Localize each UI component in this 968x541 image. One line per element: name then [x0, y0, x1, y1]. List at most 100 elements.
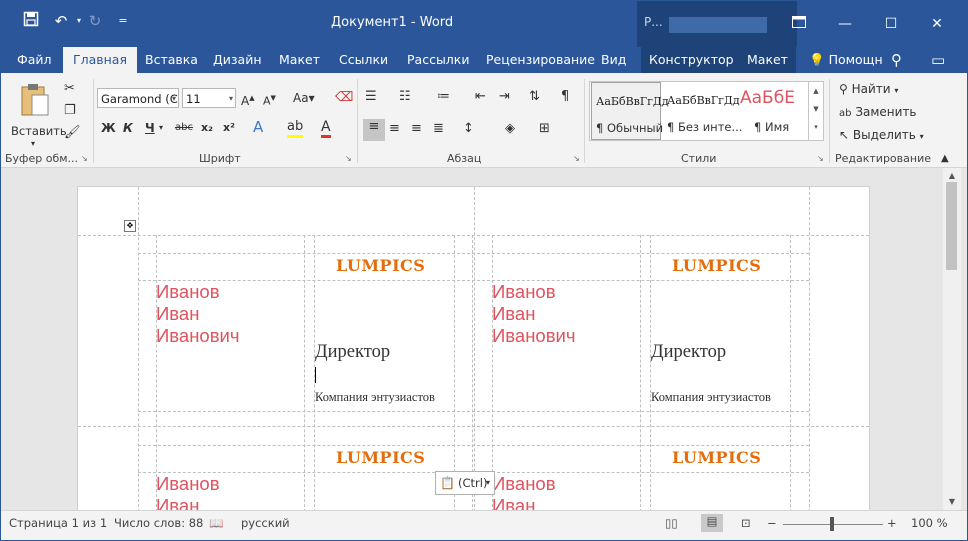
- highlight-icon[interactable]: ab: [287, 119, 304, 138]
- tab-layout[interactable]: Макет: [271, 47, 328, 73]
- zoom-in-icon[interactable]: +: [887, 516, 897, 530]
- maximize-button[interactable]: ☐: [877, 11, 905, 37]
- page-count[interactable]: Страница 1 из 1: [9, 516, 107, 530]
- tab-mailings[interactable]: Рассылки: [399, 47, 477, 73]
- close-button[interactable]: ✕: [923, 11, 951, 37]
- tab-table-layout[interactable]: Макет: [739, 47, 796, 73]
- account-name[interactable]: Р...: [644, 15, 663, 29]
- web-layout-icon[interactable]: ⊡: [741, 516, 751, 530]
- decrease-indent-icon[interactable]: ⇤: [475, 89, 486, 105]
- paste-options-button[interactable]: 📋 (Ctrl) ▾: [435, 471, 495, 495]
- save-icon[interactable]: [21, 11, 41, 31]
- styles-up-icon[interactable]: ▲: [809, 82, 823, 100]
- font-name-combo[interactable]: Garamond (С ▾: [97, 88, 179, 108]
- zoom-slider-thumb[interactable]: [830, 517, 834, 531]
- shrink-font-icon[interactable]: A▼: [263, 90, 276, 110]
- scroll-up-icon[interactable]: ▲: [943, 170, 961, 182]
- font-size-combo[interactable]: 11 ▾: [182, 88, 236, 108]
- tab-home[interactable]: Главная: [63, 47, 137, 73]
- scroll-down-icon[interactable]: ▼: [943, 496, 961, 508]
- card-job-title: Директор: [315, 342, 391, 362]
- paste-button[interactable]: Вставить ▾: [11, 81, 67, 151]
- underline-button[interactable]: Ч: [145, 120, 155, 136]
- card-name-last: Иванов: [492, 281, 556, 302]
- sort-icon[interactable]: ⇅: [529, 89, 540, 105]
- word-count[interactable]: Число слов: 88: [114, 516, 203, 530]
- collapse-ribbon-icon[interactable]: ▲: [941, 151, 949, 167]
- tab-references[interactable]: Ссылки: [331, 47, 396, 73]
- zoom-level[interactable]: 100 %: [911, 516, 948, 530]
- multilevel-list-icon[interactable]: ≔: [437, 89, 450, 105]
- tab-file[interactable]: Файл: [9, 47, 60, 73]
- line-spacing-icon[interactable]: ↕: [463, 121, 474, 137]
- table-move-handle-icon[interactable]: ✥: [124, 220, 136, 232]
- styles-more-icon[interactable]: ▾: [809, 118, 823, 136]
- cut-icon[interactable]: ✂: [64, 81, 75, 97]
- zoom-out-icon[interactable]: −: [767, 516, 777, 530]
- styles-scroll[interactable]: ▲ ▼ ▾: [808, 81, 824, 141]
- margin-guide: [138, 187, 139, 510]
- read-mode-icon[interactable]: ▯▯: [665, 516, 678, 530]
- print-layout-icon[interactable]: ▤: [701, 514, 723, 532]
- customize-qat-icon[interactable]: =: [113, 11, 133, 31]
- format-painter-icon[interactable]: 🖌: [64, 125, 81, 141]
- scroll-thumb[interactable]: [946, 182, 957, 270]
- style-name-item[interactable]: АаБбЕ ¶ Имя: [736, 82, 806, 140]
- subscript-button[interactable]: x₂: [201, 120, 213, 136]
- justify-icon[interactable]: ≣: [433, 121, 444, 137]
- share-icon[interactable]: ⚲: [883, 47, 910, 73]
- vertical-scrollbar[interactable]: ▲ ▼: [943, 168, 961, 510]
- superscript-button[interactable]: x²: [223, 120, 235, 136]
- style-normal[interactable]: АаБбВвГгДд ¶ Обычный: [591, 82, 669, 140]
- table-gridline: [138, 253, 809, 254]
- style-no-spacing[interactable]: АаБбВвГгДд ¶ Без инте...: [663, 82, 742, 140]
- italic-button[interactable]: К: [123, 120, 133, 136]
- ribbon-display-options-icon[interactable]: [785, 11, 813, 37]
- clipboard-icon: 📋: [440, 476, 455, 490]
- show-marks-icon[interactable]: ¶: [561, 89, 569, 105]
- align-left-icon[interactable]: ≡: [363, 119, 385, 141]
- clipboard-launcher-icon[interactable]: ↘: [81, 155, 89, 163]
- redo-icon[interactable]: ↻: [85, 11, 105, 31]
- align-center-icon[interactable]: ≡: [389, 121, 400, 137]
- bullets-icon[interactable]: ☰: [365, 89, 377, 105]
- underline-dropdown-icon[interactable]: ▾: [159, 120, 163, 136]
- text-effects-icon[interactable]: A: [253, 119, 263, 135]
- increase-indent-icon[interactable]: ⇥: [499, 89, 510, 105]
- card-logo: LUMPICS: [672, 256, 762, 275]
- paragraph-launcher-icon[interactable]: ↘: [573, 155, 581, 163]
- card-name-last: Иванов: [156, 281, 220, 302]
- tab-review[interactable]: Рецензирование: [478, 47, 603, 73]
- comments-icon[interactable]: ▭: [923, 47, 953, 73]
- find-button[interactable]: ⚲ Найти ▾: [839, 82, 898, 96]
- font-color-icon[interactable]: A: [321, 119, 331, 138]
- tab-design[interactable]: Дизайн: [205, 47, 270, 73]
- font-launcher-icon[interactable]: ↘: [345, 155, 353, 163]
- account-redacted: [669, 17, 767, 33]
- grow-font-icon[interactable]: A▲: [241, 90, 255, 109]
- tell-me-button[interactable]: 💡 Помощн: [801, 47, 891, 73]
- numbering-icon[interactable]: ☷: [399, 89, 411, 105]
- shading-icon[interactable]: ◈: [505, 121, 515, 137]
- undo-icon[interactable]: ↶: [51, 11, 71, 31]
- card-name-first: Иван: [492, 303, 536, 324]
- select-button[interactable]: ↖ Выделить ▾: [839, 128, 924, 142]
- copy-icon[interactable]: ❐: [64, 103, 76, 119]
- tab-table-design[interactable]: Конструктор: [641, 47, 742, 73]
- page[interactable]: ✥ LUMPICS Иванов Иван Иванович Директор …: [77, 186, 870, 510]
- styles-launcher-icon[interactable]: ↘: [817, 155, 825, 163]
- tab-view[interactable]: Вид: [593, 47, 634, 73]
- language[interactable]: русский: [241, 516, 290, 530]
- change-case-button[interactable]: Aa▾: [293, 90, 315, 106]
- clear-formatting-icon[interactable]: ⌫: [335, 90, 353, 106]
- replace-button[interactable]: ab Заменить: [839, 105, 917, 119]
- align-right-icon[interactable]: ≡: [411, 121, 422, 137]
- strikethrough-button[interactable]: abc: [175, 120, 193, 136]
- tab-insert[interactable]: Вставка: [137, 47, 206, 73]
- minimize-button[interactable]: —: [831, 11, 859, 37]
- style-preview: АаБбЕ: [740, 88, 795, 108]
- borders-icon[interactable]: ⊞: [539, 121, 550, 137]
- proofing-icon[interactable]: 📖: [209, 516, 223, 530]
- bold-button[interactable]: Ж: [101, 120, 116, 136]
- styles-down-icon[interactable]: ▼: [809, 100, 823, 118]
